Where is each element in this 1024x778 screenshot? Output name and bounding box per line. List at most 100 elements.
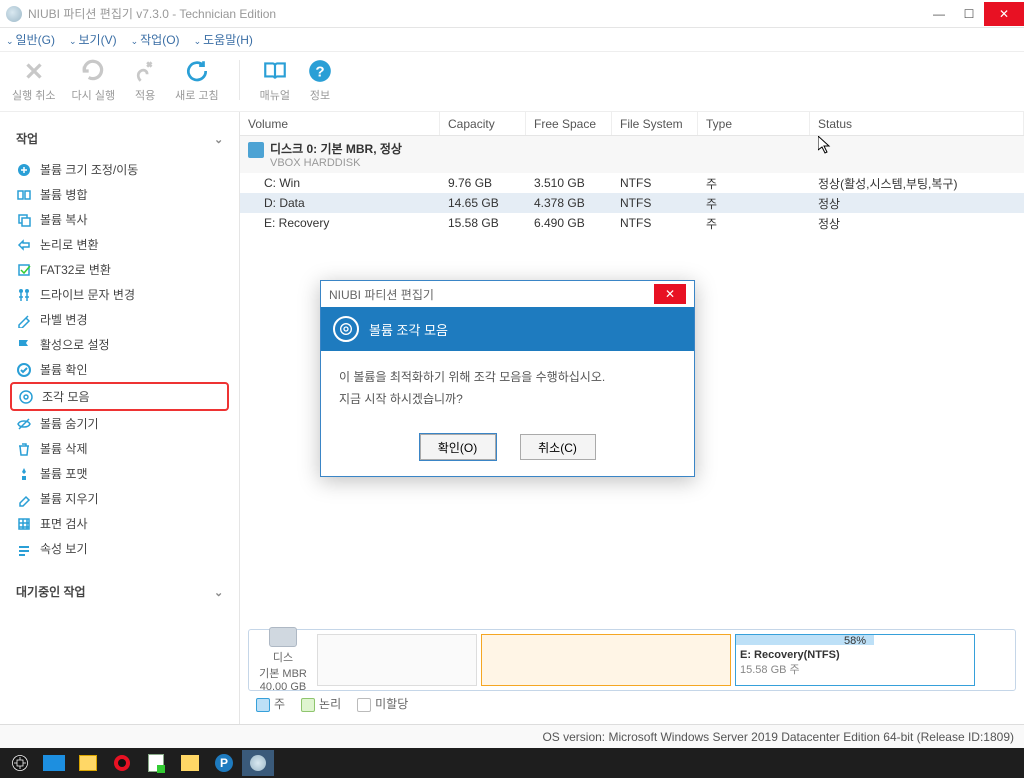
toolbar: 실행 취소 다시 실행 적용 새로 고침 매뉴얼 ? 정보 (0, 52, 1024, 112)
legend-logical-swatch (301, 698, 315, 712)
sidebar-item-label: 조각 모음 (42, 388, 90, 405)
sidebar-item-hide[interactable]: 볼륨 숨기기 (10, 411, 229, 436)
col-capacity[interactable]: Capacity (440, 112, 526, 135)
sidebar-item-label: 볼륨 확인 (40, 361, 88, 378)
letter-icon (16, 287, 32, 303)
minimize-button[interactable]: — (924, 2, 954, 26)
sidebar: 작업 ⌃ 볼륨 크기 조정/이동볼륨 병합볼륨 복사논리로 변환 FAT32로 변… (0, 112, 240, 724)
col-type[interactable]: Type (698, 112, 810, 135)
partition-hidden-2[interactable] (481, 634, 731, 686)
sidebar-item-label: 속성 보기 (40, 540, 88, 557)
close-button[interactable]: ✕ (984, 2, 1024, 26)
status-text: OS version: Microsoft Windows Server 201… (542, 730, 1014, 744)
dialog-ok-button[interactable]: 확인(O) (420, 434, 496, 460)
manual-icon (261, 57, 289, 85)
toolbar-redo[interactable]: 다시 실행 (72, 57, 116, 103)
defrag-icon (333, 316, 359, 342)
sidebar-item-props[interactable]: 속성 보기 (10, 536, 229, 561)
surface-icon (16, 516, 32, 532)
sidebar-item-surface[interactable]: 표면 검사 (10, 511, 229, 536)
volume-row[interactable]: C: Win9.76 GB3.510 GBNTFS주정상(활성,시스템,부팅,복… (240, 173, 1024, 193)
sidebar-item-wipe[interactable]: 볼륨 지우기 (10, 486, 229, 511)
sidebar-item-check[interactable]: 볼륨 확인 (10, 357, 229, 382)
window-controls: — ☐ ✕ (924, 2, 1024, 26)
dialog-line1: 이 볼륨을 최적화하기 위해 조각 모음을 수행하십시오. (339, 367, 676, 389)
sidebar-item-resize[interactable]: 볼륨 크기 조정/이동 (10, 157, 229, 182)
dialog-buttons: 확인(O) 취소(C) (321, 426, 694, 476)
col-fs[interactable]: File System (612, 112, 698, 135)
sidebar-item-label: 라벨 변경 (40, 311, 88, 328)
redo-icon (79, 57, 107, 85)
info-icon: ? (306, 57, 334, 85)
statusbar: OS version: Microsoft Windows Server 201… (0, 724, 1024, 748)
volume-row[interactable]: E: Recovery15.58 GB6.490 GBNTFS주정상 (240, 213, 1024, 233)
partition-hidden-1[interactable] (317, 634, 477, 686)
table-header: Volume Capacity Free Space File System T… (240, 112, 1024, 136)
col-volume[interactable]: Volume (240, 112, 440, 135)
legend-unalloc-swatch (357, 698, 371, 712)
taskbar-item-6[interactable]: P (208, 750, 240, 776)
menubar: ⌄일반(G) ⌄보기(V) ⌄작업(O) ⌄도움말(H) (0, 28, 1024, 52)
sidebar-item-label: 볼륨 포맷 (40, 465, 88, 482)
sidebar-item-label: 볼륨 병합 (40, 186, 88, 203)
dialog-titlebar: NIUBI 파티션 편집기 ✕ (321, 281, 694, 307)
disk-map-info: 디스 기본 MBR 40.00 GB (253, 627, 313, 693)
sidebar-item-label: 표면 검사 (40, 515, 88, 532)
col-status[interactable]: Status (810, 112, 1024, 135)
sidebar-work-header[interactable]: 작업 ⌃ (10, 120, 229, 157)
start-button[interactable] (4, 750, 36, 776)
format-icon (16, 466, 32, 482)
disk-icon (248, 142, 264, 158)
apply-icon (131, 57, 159, 85)
col-free[interactable]: Free Space (526, 112, 612, 135)
chevron-up-icon: ⌃ (214, 585, 223, 598)
mouse-cursor (818, 136, 834, 156)
taskbar-item-1[interactable] (38, 750, 70, 776)
disk-title: 디스크 0: 기본 MBR, 정상 (270, 140, 402, 157)
taskbar: P (0, 748, 1024, 778)
partition-recovery[interactable]: 58% E: Recovery(NTFS) 15.58 GB 주 (735, 634, 975, 686)
sidebar-item-active[interactable]: 활성으로 설정 (10, 332, 229, 357)
volume-row[interactable]: D: Data14.65 GB4.378 GBNTFS주정상 (240, 193, 1024, 213)
toolbar-undo[interactable]: 실행 취소 (12, 57, 56, 103)
maximize-button[interactable]: ☐ (954, 2, 984, 26)
sidebar-item-label: 논리로 변환 (40, 236, 99, 253)
taskbar-item-4[interactable] (140, 750, 172, 776)
sidebar-item-label: 볼륨 숨기기 (40, 415, 99, 432)
menu-general[interactable]: ⌄일반(G) (6, 31, 55, 48)
dialog-cancel-button[interactable]: 취소(C) (520, 434, 596, 460)
window-title: NIUBI 파티션 편집기 v7.3.0 - Technician Editio… (28, 5, 276, 22)
toolbar-manual[interactable]: 매뉴얼 (260, 57, 290, 103)
toolbar-refresh[interactable]: 새로 고침 (175, 57, 219, 103)
toolbar-apply[interactable]: 적용 (131, 57, 159, 103)
sidebar-pending-header[interactable]: 대기중인 작업 ⌃ (10, 573, 229, 610)
sidebar-item-merge[interactable]: 볼륨 병합 (10, 182, 229, 207)
undo-icon (20, 57, 48, 85)
menu-work[interactable]: ⌄작업(O) (131, 31, 180, 48)
menu-view[interactable]: ⌄보기(V) (69, 31, 117, 48)
label-icon (16, 312, 32, 328)
sidebar-item-logical[interactable]: 논리로 변환 (10, 232, 229, 257)
sidebar-item-fat32[interactable]: FAT32로 변환 (10, 257, 229, 282)
sidebar-item-defrag[interactable]: 조각 모음 (10, 382, 229, 411)
disk-row[interactable]: 디스크 0: 기본 MBR, 정상 VBOX HARDDISK (240, 136, 1024, 173)
dialog-body: 이 볼륨을 최적화하기 위해 조각 모음을 수행하십시오. 지금 시작 하시겠습… (321, 351, 694, 426)
menu-help[interactable]: ⌄도움말(H) (194, 31, 253, 48)
svg-text:?: ? (315, 63, 324, 80)
sidebar-item-delete[interactable]: 볼륨 삭제 (10, 436, 229, 461)
taskbar-item-5[interactable] (174, 750, 206, 776)
sidebar-item-copy[interactable]: 볼륨 복사 (10, 207, 229, 232)
sidebar-item-letter[interactable]: 드라이브 문자 변경 (10, 282, 229, 307)
dialog-heading: 볼륨 조각 모음 (369, 320, 448, 339)
taskbar-item-3[interactable] (106, 750, 138, 776)
props-icon (16, 541, 32, 557)
sidebar-item-format[interactable]: 볼륨 포맷 (10, 461, 229, 486)
toolbar-info[interactable]: ? 정보 (306, 57, 334, 103)
taskbar-item-2[interactable] (72, 750, 104, 776)
taskbar-item-active[interactable] (242, 750, 274, 776)
sidebar-item-label[interactable]: 라벨 변경 (10, 307, 229, 332)
refresh-icon (183, 57, 211, 85)
app-icon (6, 6, 22, 22)
defrag-dialog: NIUBI 파티션 편집기 ✕ 볼륨 조각 모음 이 볼륨을 최적화하기 위해 … (320, 280, 695, 477)
dialog-close-button[interactable]: ✕ (654, 284, 686, 304)
